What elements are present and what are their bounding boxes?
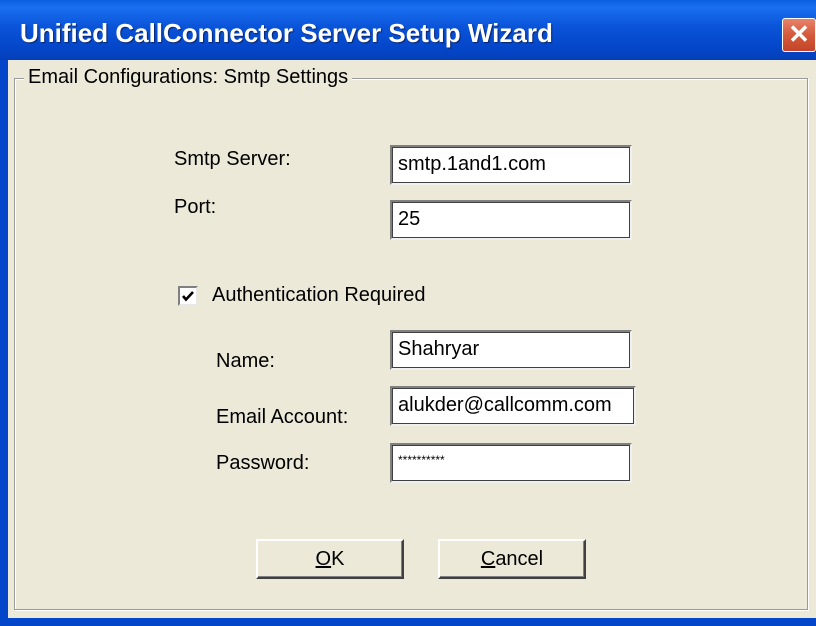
- ok-button[interactable]: OK: [256, 539, 404, 579]
- close-button[interactable]: ✕: [782, 18, 816, 52]
- port-input[interactable]: 25: [390, 200, 632, 240]
- email-account-input[interactable]: alukder@callcomm.com: [390, 386, 636, 426]
- checkmark-icon: [182, 291, 194, 302]
- password-input[interactable]: **********: [390, 443, 632, 483]
- group-label: Email Configurations: Smtp Settings: [24, 66, 353, 89]
- cancel-mnemonic: C: [480, 548, 496, 570]
- window-frame-bottom: [0, 618, 816, 626]
- cancel-button[interactable]: Cancel: [438, 539, 586, 579]
- email-account-label: Email Account:: [216, 406, 349, 428]
- name-input[interactable]: Shahryar: [390, 330, 632, 370]
- window-frame-left: [0, 60, 8, 626]
- title-bar: Unified CallConnector Server Setup Wizar…: [0, 0, 816, 60]
- window-title: Unified CallConnector Server Setup Wizar…: [20, 18, 553, 48]
- port-label: Port:: [174, 196, 217, 218]
- ok-mnemonic: O: [315, 548, 332, 570]
- cancel-label: ancel: [495, 548, 544, 570]
- name-label: Name:: [216, 350, 275, 372]
- password-label: Password:: [216, 452, 310, 474]
- smtp-server-label: Smtp Server:: [174, 148, 291, 170]
- smtp-server-input[interactable]: smtp.1and1.com: [390, 145, 632, 185]
- authentication-checkbox[interactable]: [178, 286, 198, 306]
- authentication-label: Authentication Required: [212, 284, 426, 306]
- close-icon: ✕: [788, 19, 810, 49]
- ok-label: K: [331, 548, 345, 570]
